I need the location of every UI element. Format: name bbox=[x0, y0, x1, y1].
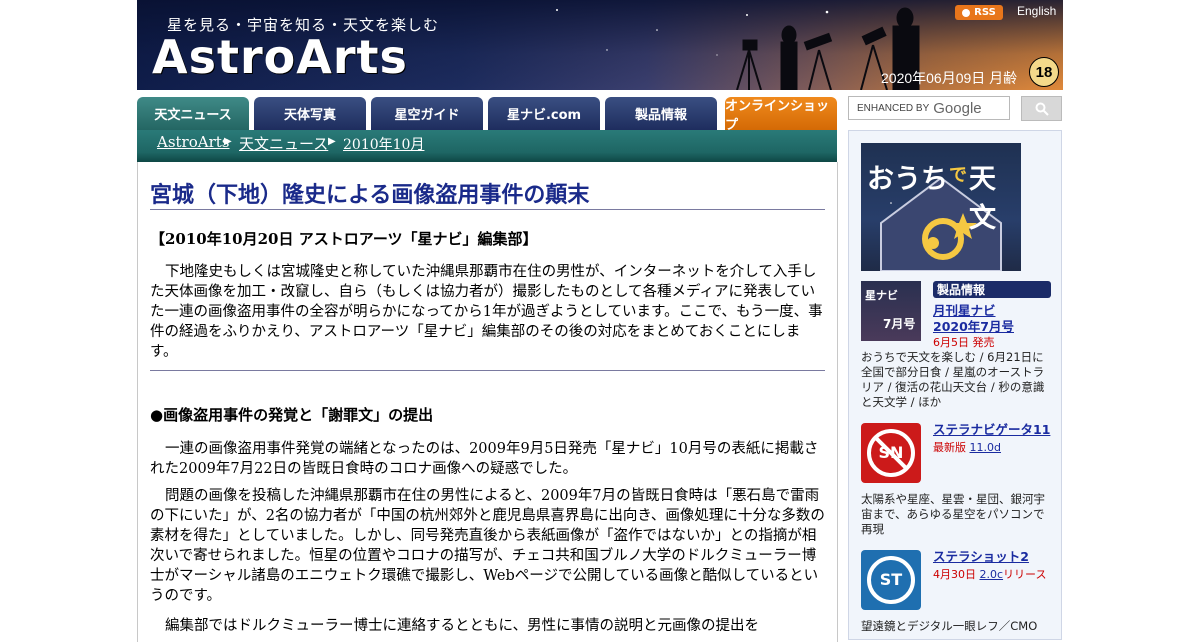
thumb-sub: 7月号 bbox=[883, 317, 916, 331]
breadcrumb-home[interactable]: AstroArts bbox=[157, 133, 230, 151]
thumb-label: SN bbox=[878, 443, 904, 462]
article-paragraph: 一連の画像盗用事件発覚の端緒となったのは、2009年9月5日発売「星ナビ」10月… bbox=[150, 441, 819, 477]
current-date: 2020年06月09日 月齢 bbox=[881, 70, 1018, 86]
product-link-hoshinavi[interactable]: 月刊星ナビ 2020年7月号 bbox=[933, 303, 1014, 335]
tab-products[interactable]: 製品情報 bbox=[605, 97, 717, 130]
banner-title-line1: おうち bbox=[867, 164, 948, 195]
search-button[interactable] bbox=[1021, 96, 1062, 121]
rss-icon bbox=[962, 8, 971, 17]
tab-online-shop[interactable]: オンラインショップ bbox=[725, 97, 837, 133]
tab-hoshinavi[interactable]: 星ナビ.com bbox=[488, 97, 600, 130]
rss-label: RSS bbox=[974, 7, 996, 18]
breadcrumb-news[interactable]: 天文ニュース bbox=[239, 133, 328, 154]
product-desc: おうちで天文を楽しむ / 6月21日に全国で部分日食 / 星嵐のオーストラリア … bbox=[861, 350, 1045, 409]
section-heading: ●画像盗用事件の発覚と「謝罪文」の提出 bbox=[150, 406, 434, 424]
article-paragraph: 編集部ではドルクミューラー博士に連絡するとともに、男性に事情の説明と元画像の提出… bbox=[165, 618, 760, 634]
product-meta: 4月30日 2.0cリリース bbox=[933, 566, 1047, 582]
product-link-stellashot[interactable]: ステラショット2 bbox=[933, 549, 1029, 565]
meta-suffix: リリース bbox=[1003, 568, 1047, 581]
banner-title-line2: 天文 bbox=[969, 164, 996, 234]
breadcrumb-arrow-icon: ▶ bbox=[328, 136, 336, 147]
moon-age-icon: 18 bbox=[1029, 57, 1059, 87]
article: 宮城（下地）隆史による画像盗用事件の顛末 【2010年10月20日 アストロアー… bbox=[137, 162, 838, 642]
stellashot-thumbnail[interactable]: ST bbox=[861, 550, 921, 610]
product-link-stellanavigator[interactable]: ステラナビゲータ11 bbox=[933, 422, 1050, 438]
intro-divider bbox=[150, 370, 825, 371]
thumb-label: 星ナビ bbox=[865, 289, 898, 302]
tab-astro-news[interactable]: 天文ニュース bbox=[137, 97, 249, 130]
site-logo[interactable]: AstroArts bbox=[152, 30, 408, 84]
article-title: 宮城（下地）隆史による画像盗用事件の顛末 bbox=[150, 182, 590, 208]
product-desc: 太陽系や星座、星雲・星団、銀河宇宙まで、あらゆる星空をパソコンで再現 bbox=[861, 492, 1045, 536]
product-section-header: 製品情報 bbox=[933, 281, 1051, 298]
stellanavigator-thumbnail[interactable]: SN bbox=[861, 423, 921, 483]
product-title: 2020年7月号 bbox=[933, 319, 1014, 334]
article-intro: 下地隆史もしくは宮城隆史と称していた沖縄県那覇市在住の男性が、インターネットを介… bbox=[150, 264, 823, 360]
thumb-label: ST bbox=[879, 570, 903, 589]
tab-sky-guide[interactable]: 星空ガイド bbox=[371, 97, 483, 130]
tab-astro-photo[interactable]: 天体写真 bbox=[254, 97, 366, 130]
ouchi-tenmon-banner[interactable]: おうち で 天文 bbox=[861, 143, 1021, 271]
product-meta: 最新版 11.0d bbox=[933, 439, 1001, 455]
breadcrumb-month[interactable]: 2010年10月 bbox=[343, 134, 424, 154]
search-input[interactable]: ENHANCED BY Google bbox=[848, 96, 1010, 120]
article-paragraph: 問題の画像を投稿した沖縄県那覇市在住の男性によると、2009年7月の皆既日食時は… bbox=[150, 488, 825, 604]
meta-prefix: 最新版 bbox=[933, 441, 970, 454]
banner-title-de: で bbox=[949, 165, 967, 186]
hoshinavi-thumbnail[interactable]: 星ナビ 7月号 bbox=[861, 281, 921, 341]
product-meta: 6月5日 発売 bbox=[933, 336, 995, 349]
version-link[interactable]: 2.0c bbox=[980, 568, 1004, 581]
site-header: 星を見る・宇宙を知る・天文を楽しむ AstroArts RSS English … bbox=[137, 0, 1063, 90]
product-desc: 望遠鏡とデジタル一眼レフ／CMO bbox=[861, 619, 1038, 633]
article-byline: 【2010年10月20日 アストロアーツ「星ナビ」編集部】 bbox=[150, 230, 538, 248]
meta-prefix: 4月30日 bbox=[933, 568, 980, 581]
title-divider bbox=[150, 209, 825, 210]
english-link[interactable]: English bbox=[1017, 4, 1056, 18]
version-link[interactable]: 11.0d bbox=[970, 441, 1001, 454]
google-logo: Google bbox=[933, 99, 982, 117]
rss-button[interactable]: RSS bbox=[955, 5, 1003, 20]
breadcrumb-arrow-icon: ▶ bbox=[224, 136, 232, 147]
search-prefix: ENHANCED BY bbox=[857, 102, 930, 114]
search-icon bbox=[1035, 102, 1049, 116]
product-title: 月刊星ナビ bbox=[933, 303, 996, 318]
